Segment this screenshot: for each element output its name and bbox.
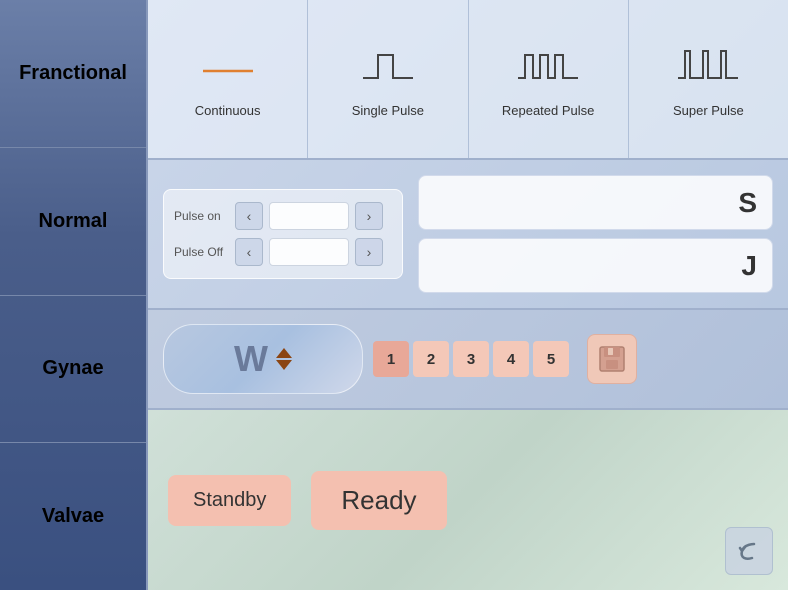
pulse-off-increment[interactable]: › (355, 238, 383, 266)
section-gynae: W 1 2 3 4 5 (148, 310, 788, 410)
num-btn-5[interactable]: 5 (533, 341, 569, 377)
num-btn-2[interactable]: 2 (413, 341, 449, 377)
sidebar-label-fractional: Franctional (19, 62, 127, 85)
number-buttons: 1 2 3 4 5 (373, 341, 569, 377)
content-area: Continuous Single Pulse Repeated Pulse (148, 0, 788, 590)
s-label: S (738, 187, 757, 219)
back-icon (734, 536, 764, 566)
pulse-on-increment[interactable]: › (355, 202, 383, 230)
sidebar-label-valvae: Valvae (42, 505, 104, 528)
waveform-btn-super-pulse[interactable]: Super Pulse (629, 0, 788, 158)
pulse-off-row: Pulse Off ‹ › (174, 238, 392, 266)
sidebar-label-gynae: Gynae (42, 357, 103, 380)
back-button[interactable] (725, 527, 773, 575)
waveform-label-repeated-pulse: Repeated Pulse (502, 103, 595, 118)
sidebar-item-valvae[interactable]: Valvae (0, 443, 146, 590)
waveform-btn-continuous[interactable]: Continuous (148, 0, 308, 158)
save-button[interactable] (587, 334, 637, 384)
sidebar-item-normal[interactable]: Normal (0, 148, 146, 296)
j-box: J (418, 238, 773, 293)
w-control: W (163, 324, 363, 394)
pulse-on-row: Pulse on ‹ › (174, 202, 392, 230)
num-btn-1[interactable]: 1 (373, 341, 409, 377)
super-pulse-waveform-icon (673, 43, 743, 93)
w-arrows (276, 348, 292, 370)
pulse-on-value[interactable] (269, 202, 349, 230)
sj-controls: S J (418, 175, 773, 293)
sidebar: Franctional Normal Gynae Valvae (0, 0, 148, 590)
waveform-btn-repeated-pulse[interactable]: Repeated Pulse (469, 0, 629, 158)
pulse-off-decrement[interactable]: ‹ (235, 238, 263, 266)
w-letter: W (234, 338, 268, 380)
pulse-controls: Pulse on ‹ › Pulse Off ‹ › (163, 189, 403, 279)
repeated-pulse-waveform-icon (513, 43, 583, 93)
sidebar-label-normal: Normal (39, 210, 108, 233)
num-btn-3[interactable]: 3 (453, 341, 489, 377)
waveform-label-super-pulse: Super Pulse (673, 103, 744, 118)
section-fractional: Continuous Single Pulse Repeated Pulse (148, 0, 788, 160)
j-label: J (741, 250, 757, 282)
section-valvae: Standby Ready (148, 410, 788, 590)
w-decrement[interactable] (276, 360, 292, 370)
save-icon (596, 343, 628, 375)
section-normal: Pulse on ‹ › Pulse Off ‹ › S J (148, 160, 788, 310)
num-btn-4[interactable]: 4 (493, 341, 529, 377)
pulse-on-label: Pulse on (174, 209, 229, 223)
waveform-label-single-pulse: Single Pulse (352, 103, 424, 118)
ready-button[interactable]: Ready (311, 471, 446, 530)
standby-button[interactable]: Standby (168, 475, 291, 526)
sidebar-item-fractional[interactable]: Franctional (0, 0, 146, 148)
single-pulse-waveform-icon (353, 43, 423, 93)
waveform-btn-single-pulse[interactable]: Single Pulse (308, 0, 468, 158)
pulse-off-label: Pulse Off (174, 245, 229, 259)
pulse-on-decrement[interactable]: ‹ (235, 202, 263, 230)
waveform-label-continuous: Continuous (195, 103, 261, 118)
s-box: S (418, 175, 773, 230)
pulse-off-value[interactable] (269, 238, 349, 266)
continuous-waveform-icon (193, 43, 263, 93)
w-increment[interactable] (276, 348, 292, 358)
main-container: Franctional Normal Gynae Valvae Continuo… (0, 0, 788, 590)
sidebar-item-gynae[interactable]: Gynae (0, 296, 146, 444)
